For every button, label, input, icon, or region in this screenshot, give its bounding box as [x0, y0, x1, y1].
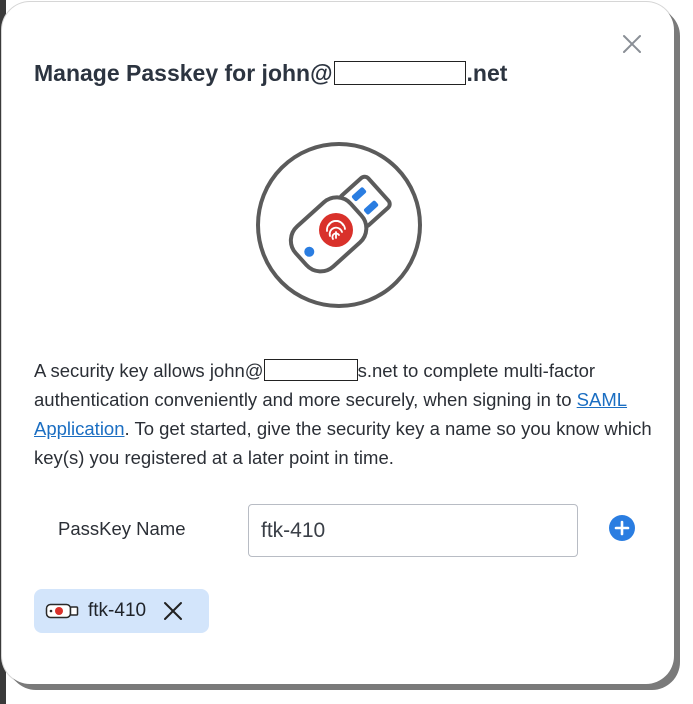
close-icon [623, 35, 641, 53]
title-prefix: Manage Passkey for john@ [34, 60, 333, 86]
passkey-name-input[interactable] [248, 504, 578, 557]
manage-passkey-dialog: Manage Passkey for john@ .net A security … [2, 2, 674, 684]
remove-passkey-close-icon[interactable] [162, 600, 184, 622]
usb-security-key-fingerprint-icon [256, 142, 422, 308]
redacted-domain [333, 60, 466, 85]
close-button[interactable] [616, 28, 648, 60]
dialog-title: Manage Passkey for john@ .net [34, 60, 507, 87]
description-text: A security key allows john@ s.net to comp… [34, 356, 654, 472]
plus-circle-icon [609, 515, 635, 541]
redacted-domain-inline [263, 359, 358, 382]
passkey-name-label: PassKey Name [58, 518, 186, 539]
add-passkey-button[interactable] [608, 514, 636, 542]
description-part1: A security key allows john@ [34, 360, 264, 381]
title-suffix: .net [466, 60, 508, 86]
chip-label: ftk-410 [88, 600, 147, 621]
description-part3: . To get started, give the security key … [34, 418, 652, 468]
security-key-illustration [255, 141, 423, 309]
passkey-chip: ftk-410 [34, 589, 209, 633]
usb-key-icon [45, 603, 79, 619]
